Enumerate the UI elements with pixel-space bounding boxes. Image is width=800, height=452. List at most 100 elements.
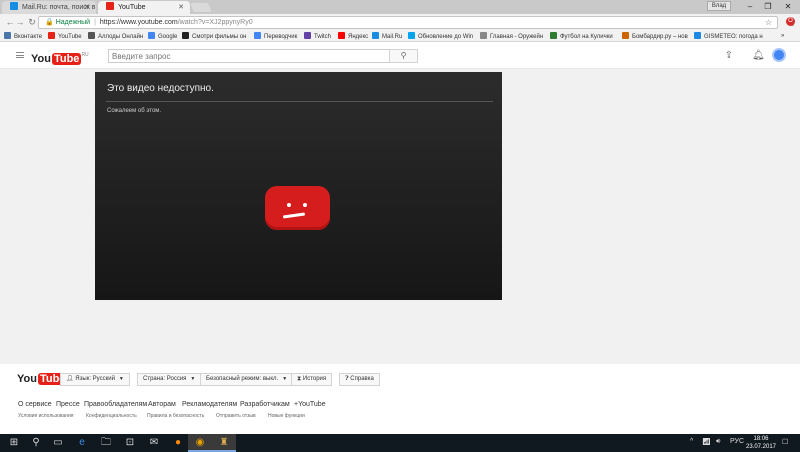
folder-icon[interactable]: 🗀 <box>94 434 118 452</box>
history-label: История <box>302 376 327 382</box>
language-indicator[interactable]: РУС <box>730 438 744 445</box>
clock-time: 18:06 <box>753 436 769 442</box>
app-icon[interactable]: ♜ <box>212 434 236 452</box>
reload-icon[interactable]: ↻ <box>26 16 38 28</box>
clock[interactable]: 18:06 23.07.2017 <box>745 435 777 451</box>
bookmark-allods[interactable]: Аллоды Онлайн <box>88 32 152 41</box>
bookmark-youtube[interactable]: YouTube <box>48 32 86 41</box>
footer-link-feedback[interactable]: Отправить отзыв <box>216 413 256 419</box>
edge-icon[interactable]: e <box>70 434 94 452</box>
taskbar: ⊞ ⚲ ▭ e 🗀 ⊡ ✉ ● ◉ ♜ ^ 📶︎ 🔊︎ РУС 18:06 23… <box>0 434 800 452</box>
eye-right <box>303 203 307 207</box>
notifications-icon[interactable]: ☐ <box>782 438 788 446</box>
history-button[interactable]: ⧗ История <box>291 373 333 386</box>
search-icon[interactable]: ⚲ <box>24 434 48 452</box>
task-view-icon[interactable]: ▭ <box>46 434 70 452</box>
drop-icon <box>694 32 701 39</box>
language-button[interactable]: 👤︎ Язык: Русский ▼ <box>60 373 130 386</box>
bookmark-yandex[interactable]: Яндекс <box>338 32 374 41</box>
footer-link-policy-safety[interactable]: Правила и безопасность <box>147 413 204 419</box>
lock-icon: 🔒 <box>45 19 54 26</box>
tab-mail[interactable]: Mail.Ru: почта, поиск в ✕ <box>2 1 96 14</box>
address-host: https://www.youtube.com <box>99 19 178 26</box>
network-icon[interactable]: 📶︎ <box>702 438 711 446</box>
bookmark-armory[interactable]: Главная - Оружейн <box>480 32 548 41</box>
avatar[interactable] <box>772 48 786 62</box>
store-icon[interactable]: ⊡ <box>118 434 142 452</box>
footer-link-privacy[interactable]: Конфиденциальность <box>86 413 137 419</box>
sad-face-icon <box>265 186 330 230</box>
error-subtitle: Сожалеем об этом. <box>107 108 162 114</box>
bell-icon[interactable]: 🔔︎ <box>752 50 765 62</box>
footer-link-creators[interactable]: Авторам <box>148 401 176 408</box>
footer-link-developers[interactable]: Разработчикам <box>240 401 290 408</box>
tab-youtube[interactable]: YouTube ✕ <box>98 1 190 14</box>
help-label: Справка <box>350 376 374 382</box>
hamburger-menu-icon[interactable] <box>16 52 24 58</box>
tray-chevron-icon[interactable]: ^ <box>690 438 693 445</box>
chrome-icon[interactable]: ◉ <box>188 434 212 452</box>
browser-toolbar: ← → ↻ 🔒 Надежный | https://www.youtube.com/… <box>0 14 800 31</box>
logo-tube: Tube <box>51 53 82 65</box>
country-button[interactable]: Страна: Россия ▼ <box>137 373 202 386</box>
forward-arrow-icon[interactable]: → <box>14 16 26 28</box>
address-bar[interactable]: 🔒 Надежный | https://www.youtube.com/watch?… <box>38 16 778 29</box>
bookmark-bombardir[interactable]: Бомбардир.ру – нов <box>622 32 690 41</box>
bookmark-football[interactable]: Футбол на Кулички <box>550 32 620 41</box>
allods-icon <box>88 32 95 39</box>
windows-start-icon[interactable]: ⊞ <box>2 434 26 452</box>
chevron-down-icon: ▼ <box>282 376 288 382</box>
bookmark-gismeteo[interactable]: GISMETEO: погода н <box>694 32 770 41</box>
bookmark-translator[interactable]: Переводчик <box>254 32 302 41</box>
footer-link-copyright[interactable]: Правообладателям <box>84 401 147 408</box>
youtube-icon <box>48 32 55 39</box>
bookmark-label: YouTube <box>58 34 82 40</box>
footer-link-plus-youtube[interactable]: +YouTube <box>294 401 326 408</box>
new-tab-button[interactable] <box>190 3 212 12</box>
footer-link-press[interactable]: Прессе <box>56 401 80 408</box>
search-icon: ⚲ <box>400 51 407 60</box>
footer-link-advertise[interactable]: Рекламодателям <box>182 401 237 408</box>
bookmark-vkontakte[interactable]: Вконтакте <box>4 32 46 41</box>
bookmark-mailru[interactable]: Mail.Ru <box>372 32 406 41</box>
help-button[interactable]: ❓︎ Справка <box>339 373 380 386</box>
bookmark-twitch[interactable]: Twitch <box>304 32 336 41</box>
menu-dots-icon[interactable]: ⋮ <box>788 16 798 28</box>
safe-mode-button[interactable]: Безопасный режим: выкл. ▼ <box>200 373 294 386</box>
person-icon: 👤︎ <box>66 376 76 382</box>
chevron-down-icon: ▼ <box>190 376 196 382</box>
translate-icon <box>254 32 261 39</box>
bookmark-google[interactable]: Google <box>148 32 180 41</box>
close-icon[interactable]: ✕ <box>84 1 90 14</box>
bookmark-hd-films[interactable]: Смотри фильмы он <box>182 32 252 41</box>
youtube-logo[interactable]: You Tube RU <box>31 48 89 65</box>
profile-button[interactable]: Влад <box>707 1 731 11</box>
mail-icon[interactable]: ✉ <box>142 434 166 452</box>
bookmark-label: Главная - Оружейн <box>490 34 544 40</box>
bookmark-windows-update[interactable]: Обновление до Win <box>408 32 478 41</box>
video-player[interactable]: Это видео недоступно. Сожалеем об этом. <box>95 72 502 300</box>
close-icon[interactable]: ✕ <box>178 1 184 14</box>
volume-icon[interactable]: 🔊︎ <box>716 438 720 446</box>
footer-link-about[interactable]: О сервисе <box>18 401 52 408</box>
secure-label: Надежный <box>55 19 91 26</box>
bookmarks-overflow-icon[interactable]: » <box>781 32 795 41</box>
football-icon <box>550 32 557 39</box>
footer-link-terms[interactable]: Условия использования <box>18 413 74 419</box>
search-button[interactable]: ⚲ <box>389 49 418 63</box>
logo-region: RU <box>81 52 89 58</box>
bookmark-label: Вконтакте <box>14 34 43 40</box>
page-icon <box>480 32 487 39</box>
hd-icon <box>182 32 189 39</box>
ball-icon <box>622 32 629 39</box>
address-separator: | <box>94 19 96 26</box>
bookmark-star-icon[interactable]: ☆ <box>765 17 772 28</box>
firefox-icon[interactable]: ● <box>166 434 190 452</box>
window-close-icon[interactable]: ✕ <box>774 0 800 14</box>
upload-icon[interactable]: ⇪ <box>723 50 735 62</box>
language-label: Язык: Русский <box>75 376 115 382</box>
footer-link-new-features[interactable]: Новые функции <box>268 413 305 419</box>
youtube-favicon-icon <box>106 2 114 10</box>
search-input[interactable] <box>108 49 389 63</box>
bookmark-label: Переводчик <box>264 34 298 40</box>
